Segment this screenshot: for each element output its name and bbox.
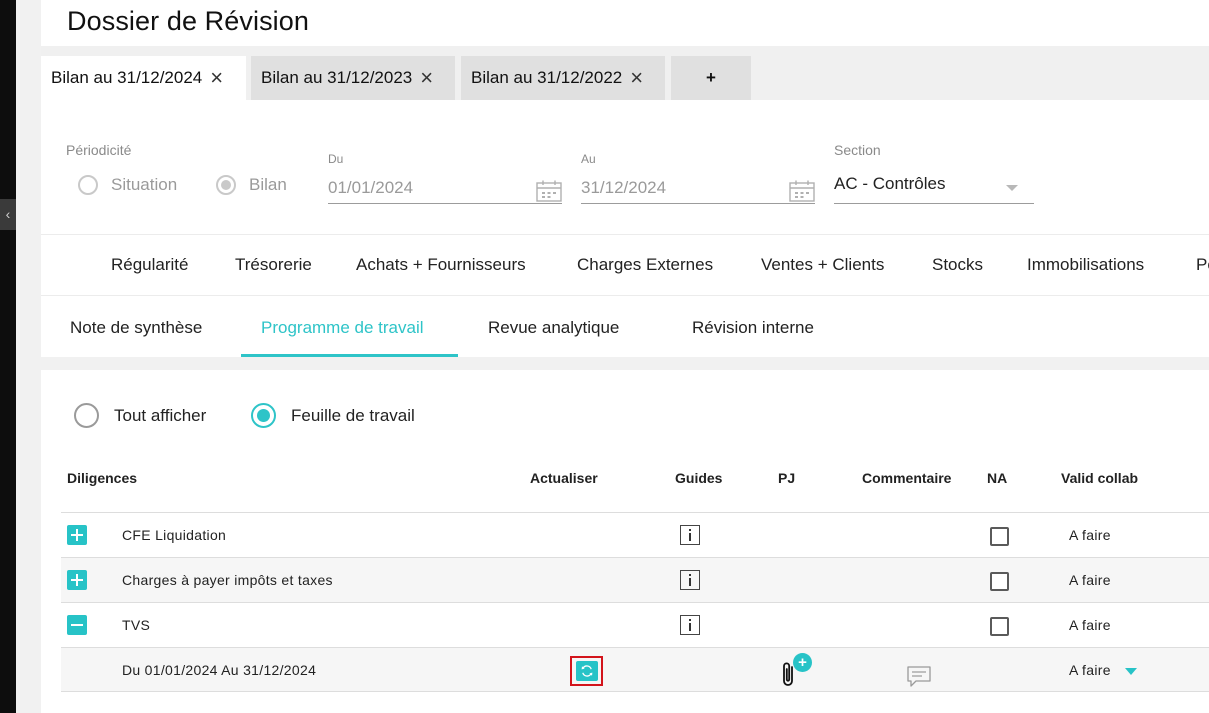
page-title: Dossier de Révision [67,6,309,36]
tab-achats-fournisseurs[interactable]: Achats + Fournisseurs [356,255,526,275]
doc-tab-bilan-2022[interactable]: Bilan au 31/12/2022 × [461,56,665,100]
col-header-guides: Guides [675,470,723,486]
collapse-button[interactable] [67,615,87,635]
section-label: Section [834,142,881,158]
doc-tab-bilan-2024[interactable]: Bilan au 31/12/2024 × [41,56,246,100]
radio-tout-afficher-label: Tout afficher [114,405,207,425]
tab-charges-externes[interactable]: Charges Externes [577,255,713,275]
category-tabs: Régularité Trésorerie Achats + Fournisse… [41,234,1209,294]
chevron-down-icon [1006,185,1018,191]
radio-circle [74,403,99,428]
section-value: AC - Contrôles [834,174,946,193]
col-header-valid-collab: Valid collab [1061,470,1139,486]
tab-regularite[interactable]: Régularité [111,255,189,275]
close-icon[interactable]: × [420,67,433,89]
expand-button[interactable] [67,525,87,545]
attachment-button[interactable]: + [779,653,819,689]
table-row: TVS A faire [61,602,1209,647]
row-label: CFE Liquidation [122,527,227,543]
chevron-down-icon[interactable] [1125,668,1137,675]
col-header-pj: PJ [778,470,796,486]
tab-programme-travail[interactable]: Programme de travail [261,318,424,338]
add-attachment-icon: + [793,653,812,672]
col-header-actualiser: Actualiser [530,470,598,486]
tab-immobilisations[interactable]: Immobilisations [1027,255,1144,275]
na-checkbox[interactable] [990,572,1009,591]
status-text: A faire [1069,617,1111,633]
row-label: TVS [122,617,151,633]
refresh-button[interactable] [575,661,598,681]
calendar-icon[interactable] [536,180,562,202]
doc-tab-label: Bilan au 31/12/2023 [261,68,413,87]
refresh-icon [581,665,592,677]
expand-button[interactable] [67,570,87,590]
close-icon[interactable]: × [210,67,223,89]
close-icon[interactable]: × [630,67,643,89]
radio-circle-checked [216,175,236,195]
radio-tout-afficher[interactable]: Tout afficher [74,403,206,428]
row-label: Du 01/01/2024 Au 31/12/2024 [122,662,317,678]
left-gutter [16,0,41,713]
radio-situation[interactable]: Situation [78,175,177,195]
refresh-button-highlighted[interactable] [570,656,603,686]
info-icon[interactable] [680,570,700,590]
row-label: Charges à payer impôts et taxes [122,572,333,588]
col-header-commentaire: Commentaire [862,470,952,486]
na-checkbox[interactable] [990,617,1009,636]
status-text: A faire [1069,527,1111,543]
periodicite-label: Périodicité [66,142,132,158]
radio-feuille-travail-label: Feuille de travail [291,405,415,425]
date-au-field[interactable]: 31/12/2024 [581,174,815,204]
radio-feuille-travail[interactable]: Feuille de travail [251,403,415,428]
table-row: Charges à payer impôts et taxes A faire [61,557,1209,602]
info-icon[interactable] [680,615,700,635]
tab-ventes-clients[interactable]: Ventes + Clients [761,255,884,275]
tab-note-synthese[interactable]: Note de synthèse [70,318,202,338]
col-header-diligences: Diligences [67,470,138,486]
work-program-content: Tout afficher Feuille de travail Diligen… [41,370,1209,713]
sub-tabs: Note de synthèse Programme de travail Re… [41,295,1209,358]
document-tabs: Bilan au 31/12/2024 × Bilan au 31/12/202… [41,46,1209,100]
doc-tab-label: Bilan au 31/12/2022 [471,68,623,87]
col-header-na: NA [987,470,1008,486]
radio-circle-checked [251,403,276,428]
tab-revision-interne[interactable]: Révision interne [692,318,814,338]
tab-tresorerie[interactable]: Trésorerie [235,255,312,275]
main-panel: Dossier de Révision Bilan au 31/12/2024 … [41,0,1209,713]
du-label: Du [328,152,344,166]
tab-revue-analytique[interactable]: Revue analytique [488,318,619,338]
radio-circle [78,175,98,195]
radio-situation-label: Situation [111,175,178,194]
sidebar-collapse-button[interactable]: ‹ [0,199,16,230]
calendar-icon[interactable] [789,180,815,202]
comment-icon[interactable] [906,665,932,689]
info-icon[interactable] [680,525,700,545]
chevron-left-icon: ‹ [5,206,11,222]
doc-tab-bilan-2023[interactable]: Bilan au 31/12/2023 × [251,56,455,100]
section-separator [41,357,1209,370]
na-checkbox[interactable] [990,527,1009,546]
filters-panel: Périodicité Situation Bilan Du 01/01/202… [41,100,1209,234]
tab-overflow[interactable]: Pe [1196,255,1209,275]
date-du-field[interactable]: 01/01/2024 [328,174,562,204]
status-dropdown-value[interactable]: A faire [1069,662,1111,678]
tab-stocks[interactable]: Stocks [932,255,983,275]
date-du-value: 01/01/2024 [328,178,414,197]
status-text: A faire [1069,572,1111,588]
au-label: Au [581,152,596,166]
table-row: CFE Liquidation A faire [61,512,1209,557]
radio-bilan-label: Bilan [249,175,287,194]
left-sidebar-strip [0,0,16,713]
section-select[interactable]: AC - Contrôles [834,174,1034,204]
add-tab-button[interactable]: + [671,56,751,100]
doc-tab-label: Bilan au 31/12/2024 [51,68,203,87]
table-subrow: Du 01/01/2024 Au 31/12/2024 + A faire [61,647,1209,692]
radio-bilan[interactable]: Bilan [216,175,287,195]
date-au-value: 31/12/2024 [581,178,667,197]
